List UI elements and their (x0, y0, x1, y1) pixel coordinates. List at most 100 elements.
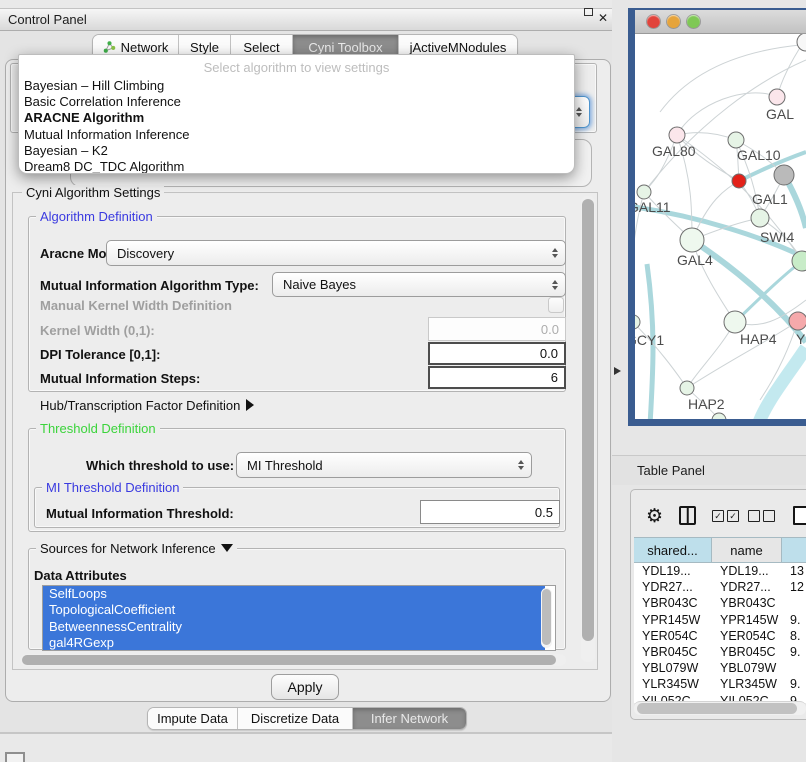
list-item-gal4rgexp[interactable]: gal4RGexp (43, 635, 545, 651)
list-vertical-scrollbar[interactable] (541, 588, 552, 648)
table-row[interactable]: YBR045CYBR045C9. (634, 644, 806, 660)
network-node-label: HAP2 (688, 396, 725, 412)
tab-infer-network[interactable]: Infer Network (353, 708, 466, 729)
list-item-betweennesscentrality[interactable]: BetweennessCentrality (43, 619, 545, 635)
network-node-gal11[interactable] (637, 185, 651, 199)
column-header-a[interactable]: A (782, 537, 806, 563)
tab-discretize-data[interactable]: Discretize Data (238, 708, 353, 729)
table-row[interactable]: YER054CYER054C8. (634, 628, 806, 644)
tab-impute-data[interactable]: Impute Data (148, 708, 238, 729)
float-window-icon[interactable] (584, 8, 593, 16)
mi-steps-label: Mutual Information Steps: (40, 371, 200, 386)
combo-stepper-icon[interactable] (552, 248, 558, 258)
network-node-label: SWI4 (760, 229, 794, 245)
table-horizontal-scrollbar[interactable] (634, 701, 806, 715)
table-panel-title: Table Panel (637, 463, 705, 478)
table-row[interactable]: YDR27...YDR27...12 (634, 579, 806, 595)
network-node-gal80[interactable] (669, 127, 685, 143)
dropdown-item-mutual-information-inference[interactable]: Mutual Information Inference (19, 127, 574, 143)
new-table-icon[interactable] (793, 506, 806, 525)
combo-stepper-icon[interactable] (576, 107, 582, 117)
network-node-label: GAL80 (652, 143, 696, 159)
scrollbar-thumb[interactable] (637, 703, 797, 714)
network-node-label: GAL10 (737, 147, 781, 163)
combo-stepper-icon[interactable] (518, 460, 524, 470)
apply-button-label: Apply (287, 679, 322, 695)
settings-horizontal-scrollbar[interactable] (20, 654, 566, 666)
dpi-tolerance-label: DPI Tolerance [0,1]: (40, 347, 160, 362)
tab-label: Style (190, 40, 219, 55)
network-edge-teal-wide (758, 348, 806, 419)
dropdown-item-basic-correlation-inference[interactable]: Basic Correlation Inference (19, 94, 574, 110)
which-threshold-combobox[interactable]: MI Threshold (236, 452, 532, 478)
combo-stepper-icon[interactable] (552, 280, 558, 290)
data-attributes-list[interactable]: SelfLoopsTopologicalCoefficientBetweenne… (42, 585, 556, 651)
close-icon[interactable]: ✕ (598, 11, 608, 25)
network-node-y[interactable] (789, 312, 806, 330)
network-node-hap2[interactable] (680, 381, 694, 395)
collapse-arrow-icon[interactable] (221, 544, 233, 552)
mi-steps-field[interactable]: 6 (428, 366, 566, 389)
minimize-traffic-light-icon[interactable] (667, 15, 680, 28)
mi-threshold-field[interactable]: 0.5 (420, 500, 560, 524)
split-pane-icon[interactable] (679, 506, 696, 525)
unselect-all-columns-icon[interactable] (748, 510, 775, 522)
manual-kernel-label: Manual Kernel Width Definition (40, 298, 232, 313)
network-node[interactable] (774, 165, 794, 185)
table-row[interactable]: YDL19...YDL19...13 (634, 563, 806, 579)
column-header-name[interactable]: name (712, 537, 782, 563)
apply-button[interactable]: Apply (271, 674, 339, 700)
network-node-hap4[interactable] (724, 311, 746, 333)
expand-arrow-icon[interactable] (246, 399, 254, 411)
network-node-gcy1[interactable] (635, 315, 640, 329)
gear-icon[interactable]: ⚙ (646, 507, 663, 526)
select-all-columns-icon[interactable]: ✓ ✓ (712, 510, 739, 522)
network-node-gal4[interactable] (680, 228, 704, 252)
network-node[interactable] (732, 174, 746, 188)
network-node-label: GCY1 (635, 332, 664, 348)
network-node-label: Y (796, 331, 806, 347)
close-traffic-light-icon[interactable] (647, 15, 660, 28)
dpi-tolerance-field[interactable]: 0.0 (428, 342, 566, 365)
network-window-titlebar[interactable] (635, 10, 806, 34)
scrollbar-thumb[interactable] (22, 655, 556, 665)
desktop: Control Panel ✕ NetworkStyleSelectCyni T… (0, 0, 806, 762)
minimized-panel-icon[interactable] (5, 752, 25, 762)
dropdown-item-bayesian-hill-climbing[interactable]: Bayesian – Hill Climbing (19, 78, 574, 94)
list-item-selfloops[interactable]: SelfLoops (43, 586, 545, 602)
column-header-shared[interactable]: shared... (634, 537, 712, 563)
sources-group-title[interactable]: Sources for Network Inference (36, 541, 237, 556)
table-row[interactable]: YBL079WYBL079W (634, 660, 806, 676)
threshold-definition-title: Threshold Definition (36, 421, 160, 436)
aracne-mode-combobox[interactable]: Discovery (106, 240, 566, 266)
table-row[interactable]: YPR145WYPR145W9. (634, 612, 806, 628)
network-node-label: HAP4 (740, 331, 777, 347)
mi-threshold-value: 0.5 (535, 505, 553, 520)
network-canvas[interactable]: GALGAL80GAL10GAL1GAL11SWI4GAL4GCY1HAP4YH… (635, 34, 806, 419)
scrollbar-thumb[interactable] (542, 589, 551, 645)
list-item-topologicalcoefficient[interactable]: TopologicalCoefficient (43, 602, 545, 618)
network-node-gal1[interactable] (751, 209, 769, 227)
dropdown-item-bayesian-k2[interactable]: Bayesian – K2 (19, 143, 574, 159)
table-row[interactable]: YLR345WYLR345W9. (634, 676, 806, 692)
network-node[interactable] (797, 34, 806, 51)
hub-definition-expander[interactable]: Hub/Transcription Factor Definition (40, 398, 254, 413)
mi-type-combobox[interactable]: Naive Bayes (272, 272, 566, 297)
kernel-width-field[interactable]: 0.0 (428, 317, 566, 341)
algorithm-definition-title: Algorithm Definition (36, 209, 157, 224)
tab-label: Infer Network (371, 711, 448, 726)
dropdown-item-aracne-algorithm[interactable]: ARACNE Algorithm (19, 110, 574, 126)
scrollbar-thumb[interactable] (582, 199, 594, 641)
table-cell: YPR145W (634, 613, 712, 627)
tab-label: Select (243, 40, 279, 55)
network-view-window[interactable]: GALGAL80GAL10GAL1GAL11SWI4GAL4GCY1HAP4YH… (628, 8, 806, 426)
settings-vertical-scrollbar[interactable] (581, 196, 595, 662)
table-row[interactable]: YBR043CYBR043C (634, 595, 806, 611)
manual-kernel-checkbox[interactable] (548, 297, 564, 313)
control-panel-titlebar[interactable]: Control Panel (0, 8, 612, 31)
network-node-gal[interactable] (769, 89, 785, 105)
zoom-traffic-light-icon[interactable] (687, 15, 700, 28)
dropdown-item-dream8-dc-tdc-algorithm[interactable]: Dream8 DC_TDC Algorithm (19, 159, 574, 174)
network-node-gal10[interactable] (728, 132, 744, 148)
table-cell: YBR045C (712, 645, 782, 659)
